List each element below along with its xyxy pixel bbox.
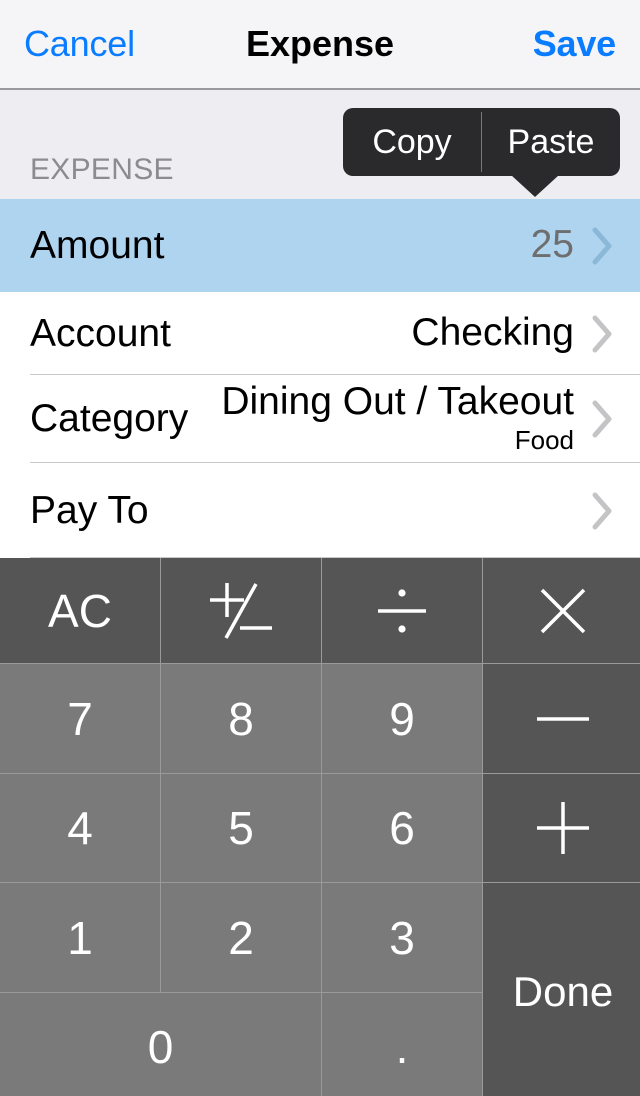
chevron-right-icon [588, 223, 618, 269]
row-account[interactable]: Account Checking [0, 292, 640, 375]
key-divide[interactable] [322, 558, 482, 663]
row-category-subvalue: Food [514, 424, 574, 455]
row-category-label: Category [30, 397, 189, 440]
row-amount-right: 25 [531, 223, 618, 269]
paste-button[interactable]: Paste [482, 108, 620, 176]
row-amount-label: Amount [30, 223, 165, 267]
key-multiply[interactable] [483, 558, 640, 663]
chevron-right-icon [588, 311, 618, 357]
expense-entry-screen: Cancel Expense Save EXPENSE Amount 25 Ac… [0, 0, 640, 1096]
key-3[interactable]: 3 [322, 883, 482, 992]
key-plus-minus[interactable] [161, 558, 321, 663]
row-account-right: Checking [411, 311, 618, 357]
calculator-keypad: AC 7 8 9 4 5 6 1 2 3 Done 0 . [0, 558, 640, 1096]
edit-menu-popup: Copy Paste [343, 108, 620, 176]
key-plus[interactable] [483, 774, 640, 882]
section-header-label: EXPENSE [30, 153, 174, 186]
row-category-valuebox: Dining Out / Takeout Food [221, 379, 574, 456]
key-6[interactable]: 6 [322, 774, 482, 882]
row-account-valuebox: Checking [411, 311, 574, 355]
key-4[interactable]: 4 [0, 774, 160, 882]
key-minus[interactable] [483, 664, 640, 773]
key-7[interactable]: 7 [0, 664, 160, 773]
key-done[interactable]: Done [483, 883, 640, 1096]
multiply-icon [540, 588, 586, 633]
plus-minus-icon [210, 582, 272, 639]
navigation-bar: Cancel Expense Save [0, 0, 640, 90]
expense-form: Amount 25 Account Checking Category Dini… [0, 199, 640, 558]
key-9[interactable]: 9 [322, 664, 482, 773]
row-pay-to[interactable]: Pay To [0, 463, 640, 558]
key-1[interactable]: 1 [0, 883, 160, 992]
key-8[interactable]: 8 [161, 664, 321, 773]
key-clear[interactable]: AC [0, 558, 160, 663]
row-amount-valuebox: 25 [530, 223, 574, 267]
row-account-value: Checking [411, 311, 574, 355]
key-5[interactable]: 5 [161, 774, 321, 882]
divide-icon [378, 588, 426, 633]
row-pay-to-right [574, 488, 618, 534]
row-category-right: Dining Out / Takeout Food [221, 379, 618, 456]
copy-button[interactable]: Copy [343, 108, 481, 176]
key-0[interactable]: 0 [0, 993, 321, 1096]
key-2[interactable]: 2 [161, 883, 321, 992]
minus-icon [537, 716, 589, 721]
edit-menu-arrow [511, 175, 559, 197]
row-category[interactable]: Category Dining Out / Takeout Food [0, 375, 640, 463]
row-pay-to-label: Pay To [30, 488, 149, 532]
key-decimal[interactable]: . [322, 993, 482, 1096]
row-amount-value: 25 [530, 223, 574, 267]
row-account-label: Account [30, 311, 171, 355]
chevron-right-icon [588, 488, 618, 534]
chevron-right-icon [588, 396, 618, 442]
plus-icon [537, 802, 589, 854]
save-button[interactable]: Save [533, 23, 616, 65]
row-category-value: Dining Out / Takeout [221, 379, 574, 423]
cancel-button[interactable]: Cancel [24, 23, 135, 65]
row-amount[interactable]: Amount 25 [0, 199, 640, 292]
